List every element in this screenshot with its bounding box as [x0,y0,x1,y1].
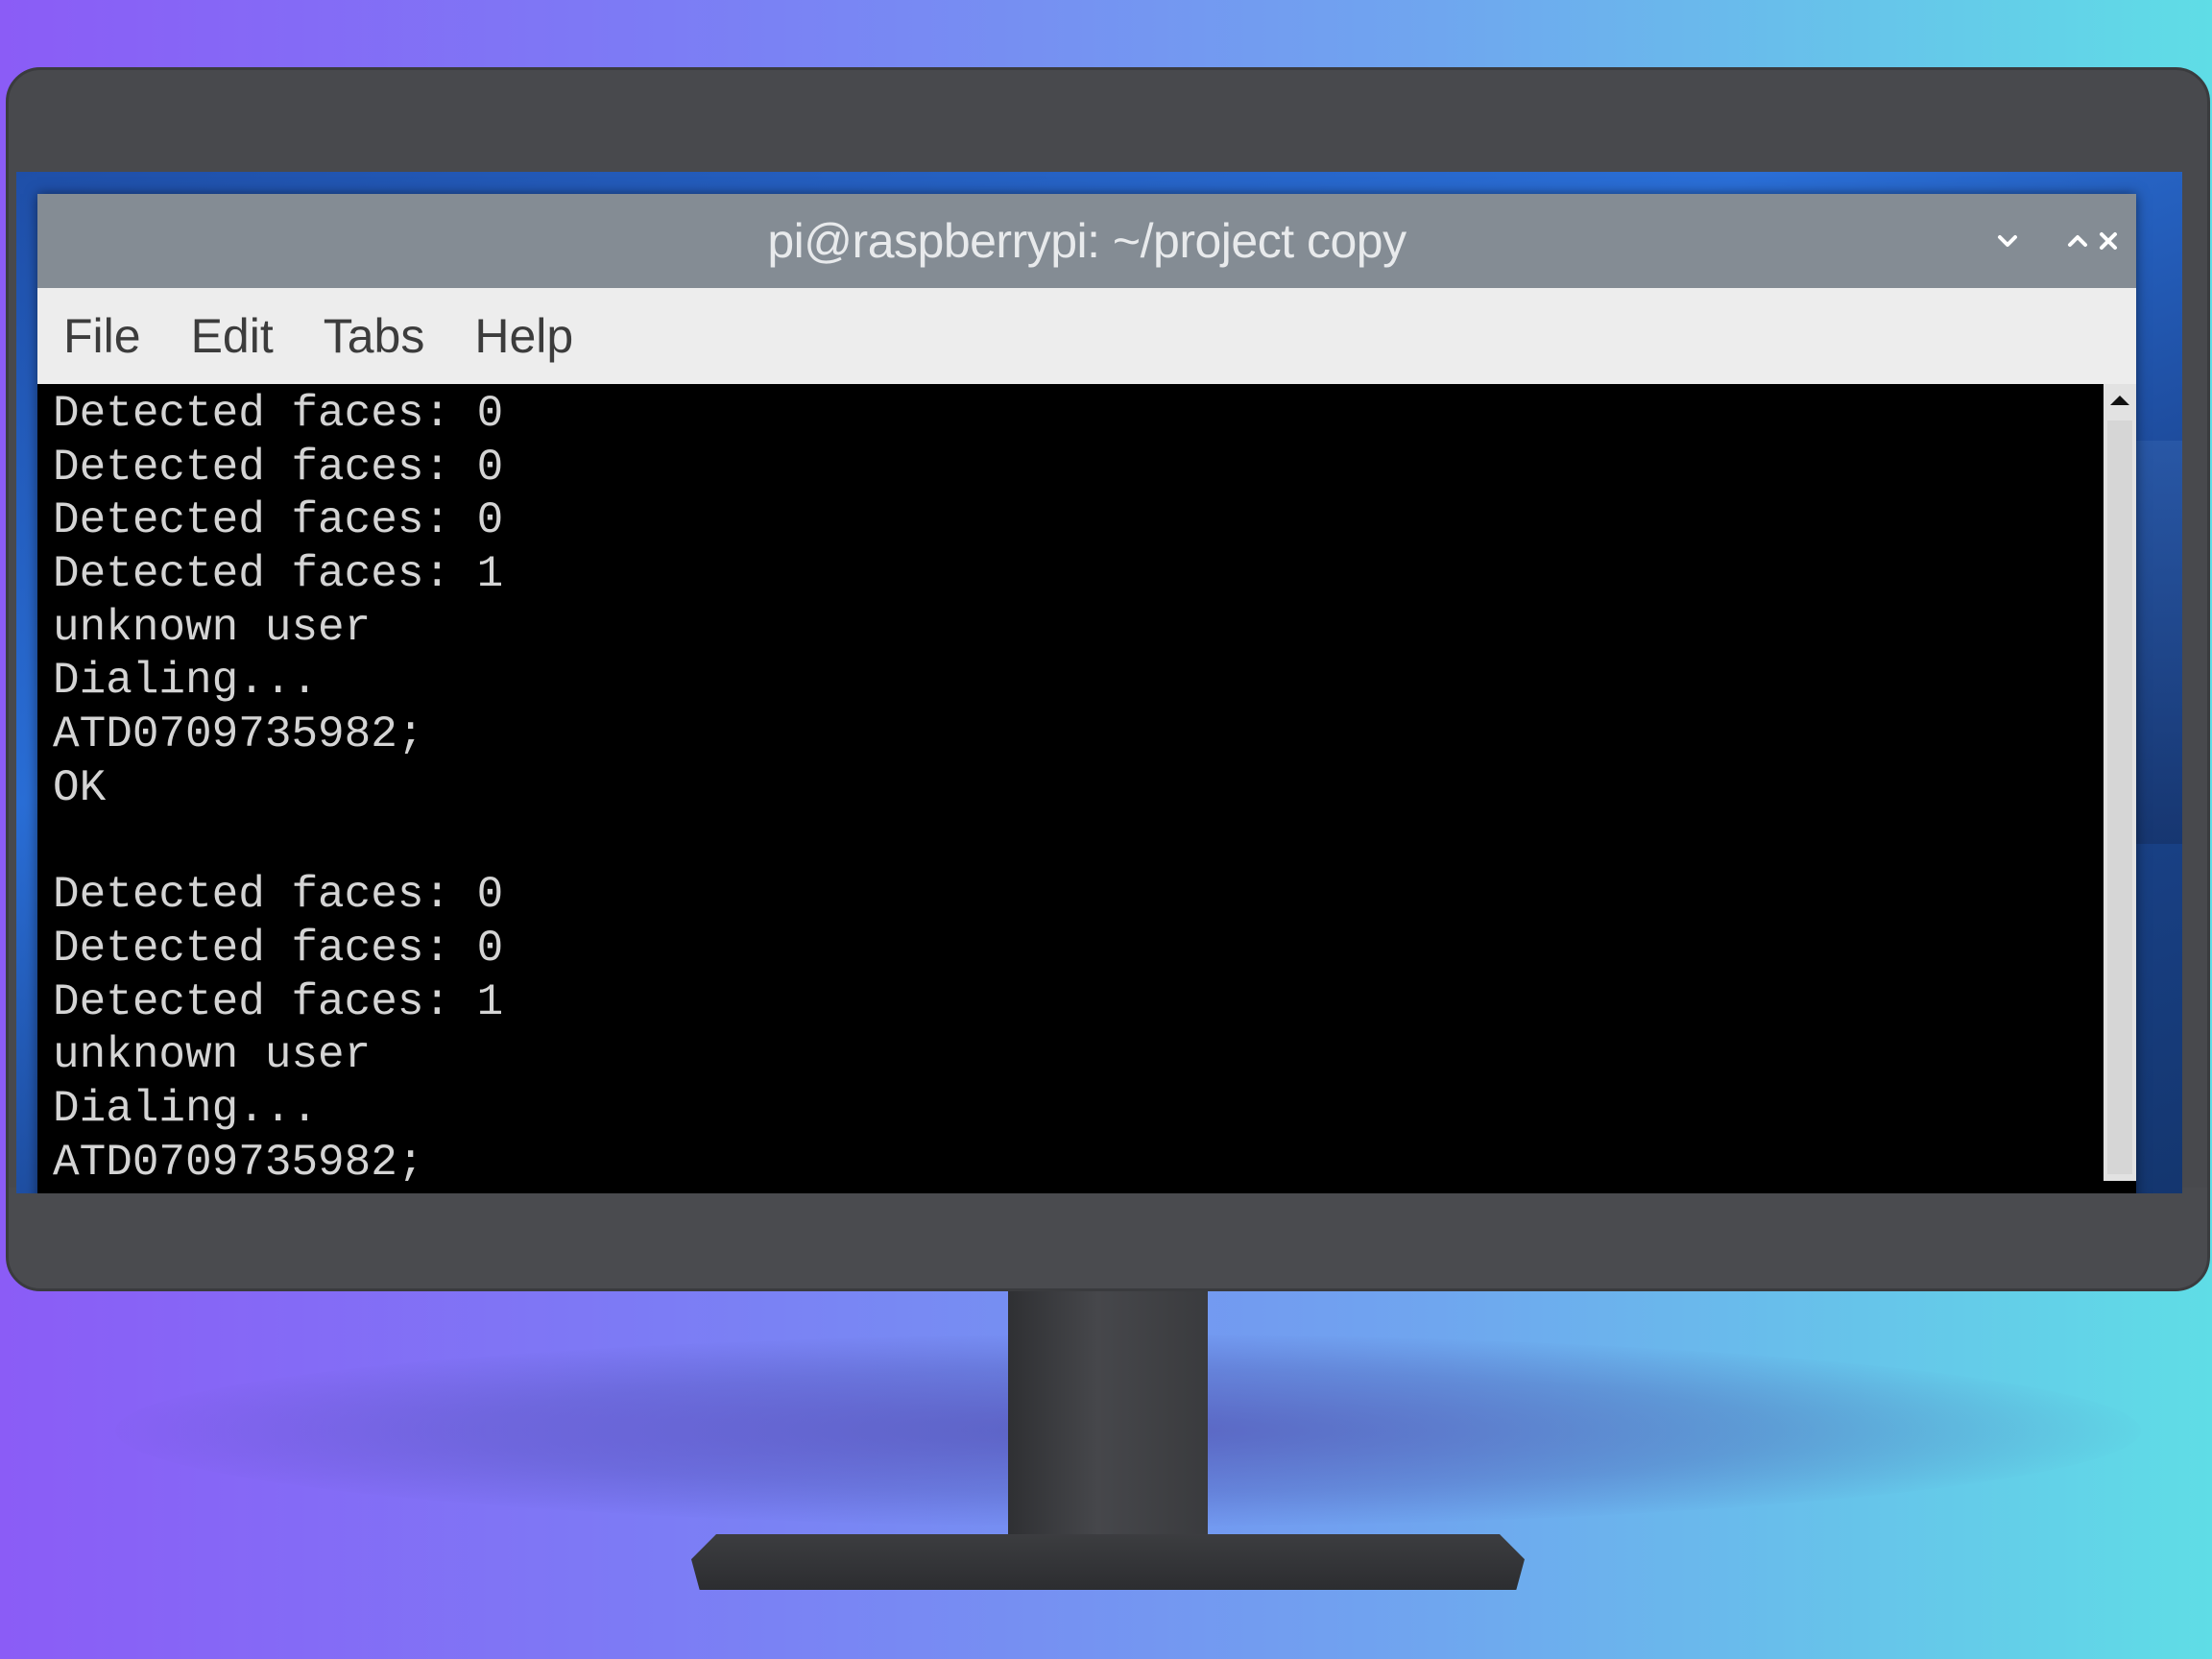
terminal-line: Detected faces: 0 [53,923,504,974]
menu-file[interactable]: File [37,308,166,364]
scroll-track[interactable] [2107,421,2132,1174]
terminal-line: Dialing... [53,1083,319,1134]
terminal-line: unknown user [53,602,372,653]
chevron-down-icon [1998,235,2017,247]
close-button[interactable] [2082,215,2134,267]
scroll-up-button[interactable] [2104,384,2136,417]
title-bar[interactable]: pi@raspberrypi: ~/project copy [37,194,2136,288]
menu-tabs[interactable]: Tabs [299,308,450,364]
menu-help[interactable]: Help [449,308,598,364]
terminal-line: Detected faces: 0 [53,389,504,439]
desktop-screen: pi@raspberrypi: ~/project copy File Edit… [16,172,2182,1193]
close-icon [2100,232,2117,250]
terminal-lines: Detected faces: 0 Detected faces: 0 Dete… [53,388,503,1181]
terminal-output[interactable]: Detected faces: 0 Detected faces: 0 Dete… [37,384,2104,1181]
menu-bar: File Edit Tabs Help [37,288,2136,384]
terminal-line: Detected faces: 1 [53,549,504,600]
monitor-stand-base [691,1534,1525,1590]
terminal-line: ATD0709735982; [53,709,424,760]
terminal-line: Dialing... [53,656,319,707]
terminal-line: ATD0709735982; [53,1137,424,1181]
terminal-line: Detected faces: 0 [53,442,504,493]
window-title: pi@raspberrypi: ~/project copy [767,214,1407,268]
terminal-line: Detected faces: 1 [53,976,504,1027]
terminal-line: OK [53,762,107,813]
minimize-button[interactable] [1982,215,2033,267]
vertical-scrollbar[interactable] [2104,384,2136,1181]
terminal-window: pi@raspberrypi: ~/project copy File Edit… [37,194,2136,1193]
triangle-up-icon [2110,396,2129,405]
monitor-frame: pi@raspberrypi: ~/project copy File Edit… [6,67,2210,1291]
terminal-line: unknown user [53,1030,372,1081]
terminal-line: Detected faces: 0 [53,495,504,546]
menu-edit[interactable]: Edit [166,308,299,364]
monitor-chin [9,1188,2207,1288]
terminal-line: Detected faces: 0 [53,870,504,921]
monitor-stand-neck [1008,1286,1208,1565]
